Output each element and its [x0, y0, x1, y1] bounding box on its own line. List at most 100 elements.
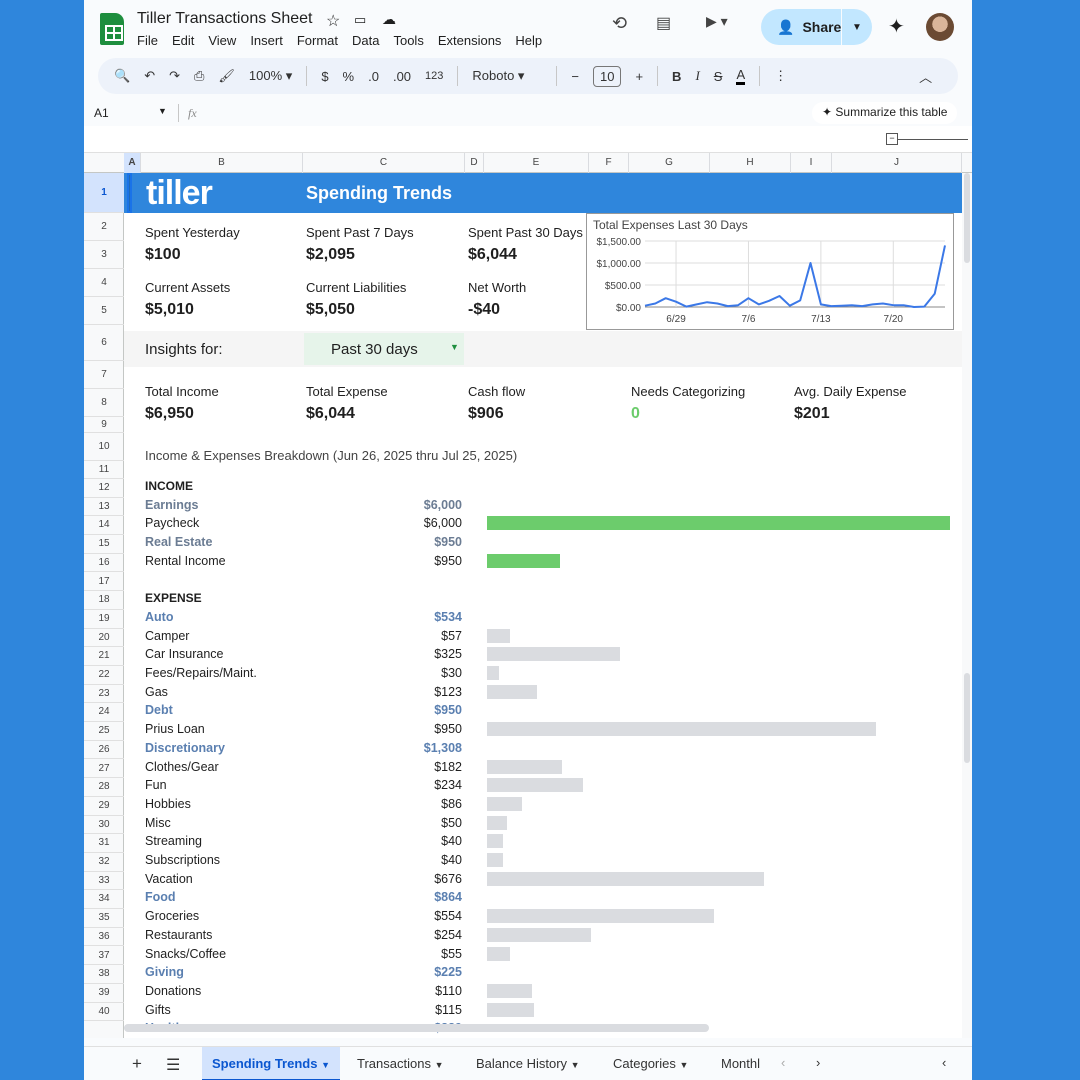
- row-header[interactable]: 12: [84, 479, 124, 498]
- decrease-decimal-button[interactable]: .0: [368, 69, 379, 84]
- row-header[interactable]: 31: [84, 834, 124, 853]
- italic-icon[interactable]: I: [695, 68, 699, 84]
- row-header[interactable]: 21: [84, 647, 124, 666]
- row-header[interactable]: 23: [84, 685, 124, 704]
- strikethrough-icon[interactable]: S: [714, 69, 723, 84]
- row-header[interactable]: 9: [84, 417, 124, 433]
- row-header[interactable]: 35: [84, 909, 124, 928]
- collapse-group-icon[interactable]: −: [886, 133, 898, 145]
- row-header[interactable]: 1: [84, 173, 124, 213]
- row-header[interactable]: 11: [84, 461, 124, 479]
- row-header[interactable]: 25: [84, 722, 124, 741]
- row-header[interactable]: 4: [84, 269, 124, 297]
- insights-period-dropdown[interactable]: Past 30 days ▼: [304, 333, 464, 365]
- bold-icon[interactable]: B: [672, 69, 681, 84]
- share-dropdown-icon[interactable]: ▼: [842, 22, 872, 33]
- vertical-scrollbar[interactable]: [962, 173, 972, 1038]
- tab-monthly[interactable]: Monthl: [711, 1047, 770, 1080]
- row-header[interactable]: 37: [84, 947, 124, 966]
- row-header[interactable]: 38: [84, 965, 124, 984]
- selected-cell-a1[interactable]: [127, 173, 132, 213]
- menu-edit[interactable]: Edit: [172, 33, 194, 48]
- collapse-toolbar-icon[interactable]: ︿: [919, 67, 932, 86]
- paint-format-icon[interactable]: 🖌: [218, 68, 235, 84]
- row-header[interactable]: 16: [84, 554, 124, 573]
- scroll-thumb-top[interactable]: [964, 173, 970, 263]
- row-header[interactable]: 5: [84, 297, 124, 325]
- history-icon[interactable]: ⟲: [612, 13, 627, 34]
- star-icon[interactable]: ☆: [326, 11, 340, 31]
- tab-transactions[interactable]: Transactions ▼: [347, 1047, 453, 1080]
- number-format-button[interactable]: 123: [425, 70, 443, 82]
- row-header[interactable]: 40: [84, 1003, 124, 1022]
- column-header[interactable]: D: [465, 153, 484, 173]
- redo-icon[interactable]: ↷: [169, 68, 180, 84]
- meet-icon[interactable]: ▶ ▾: [706, 13, 728, 30]
- gemini-icon[interactable]: ✦: [888, 14, 905, 39]
- font-size-input[interactable]: 10: [592, 65, 622, 87]
- sheets-logo-icon[interactable]: [100, 13, 124, 45]
- column-header[interactable]: F: [589, 153, 629, 173]
- more-options-icon[interactable]: ⋮: [774, 68, 787, 84]
- font-select[interactable]: Roboto ▾: [472, 68, 542, 84]
- expense-chart[interactable]: Total Expenses Last 30 Days $1,500.00 $1,…: [586, 213, 954, 330]
- currency-format-button[interactable]: $: [321, 69, 328, 84]
- menu-data[interactable]: Data: [352, 33, 379, 48]
- menu-extensions[interactable]: Extensions: [438, 33, 502, 48]
- row-header[interactable]: 6: [84, 325, 124, 361]
- summarize-table-button[interactable]: ✦ Summarize this table: [812, 102, 958, 124]
- add-sheet-icon[interactable]: +: [132, 1054, 142, 1074]
- column-header[interactable]: J: [832, 153, 962, 173]
- column-header[interactable]: E: [484, 153, 589, 173]
- move-folder-icon[interactable]: ▭: [354, 12, 366, 28]
- row-header[interactable]: 28: [84, 778, 124, 797]
- all-sheets-icon[interactable]: ☰: [166, 1055, 180, 1075]
- row-header[interactable]: 27: [84, 760, 124, 779]
- explore-collapse-icon[interactable]: ‹: [942, 1055, 946, 1070]
- avatar[interactable]: [926, 13, 954, 41]
- name-box-dropdown-icon[interactable]: ▼: [158, 106, 167, 116]
- row-header[interactable]: 36: [84, 928, 124, 947]
- row-header[interactable]: 14: [84, 516, 124, 536]
- spreadsheet-grid[interactable]: − ABCDEFGHIJ 1 2 3 4 5 6 7 8 9 10 11 12 13 14 15 16 17 18…: [84, 126, 972, 1038]
- share-button[interactable]: 👤 Share ▼: [761, 9, 872, 45]
- row-header[interactable]: 32: [84, 853, 124, 872]
- zoom-select[interactable]: 100% ▾: [249, 68, 292, 84]
- row-header[interactable]: 10: [84, 433, 124, 461]
- row-header[interactable]: 26: [84, 741, 124, 760]
- column-header[interactable]: I: [791, 153, 832, 173]
- tab-spending-trends[interactable]: Spending Trends ▼: [202, 1047, 341, 1080]
- menu-insert[interactable]: Insert: [250, 33, 283, 48]
- row-header[interactable]: 20: [84, 629, 124, 648]
- comments-icon[interactable]: ▤: [656, 13, 671, 33]
- font-size-increase-button[interactable]: +: [635, 69, 643, 84]
- column-header[interactable]: H: [710, 153, 791, 173]
- column-header[interactable]: G: [629, 153, 710, 173]
- name-box[interactable]: A1: [94, 106, 109, 120]
- text-color-icon[interactable]: A: [736, 67, 746, 85]
- row-header[interactable]: 3: [84, 241, 124, 269]
- cloud-status-icon[interactable]: ☁: [382, 11, 396, 28]
- row-header[interactable]: 8: [84, 389, 124, 417]
- row-header[interactable]: 13: [84, 498, 124, 517]
- horizontal-scrollbar[interactable]: [124, 1024, 709, 1032]
- row-header[interactable]: 24: [84, 703, 124, 723]
- percent-format-button[interactable]: %: [343, 69, 355, 84]
- row-header[interactable]: 7: [84, 361, 124, 389]
- scroll-thumb[interactable]: [964, 673, 970, 763]
- row-header[interactable]: 34: [84, 890, 124, 910]
- document-title[interactable]: Tiller Transactions Sheet: [137, 10, 312, 28]
- column-header[interactable]: C: [303, 153, 465, 173]
- row-header[interactable]: 39: [84, 984, 124, 1003]
- row-header[interactable]: 18: [84, 591, 124, 610]
- tab-categories[interactable]: Categories ▼: [603, 1047, 698, 1080]
- column-header[interactable]: B: [141, 153, 303, 173]
- column-header[interactable]: A: [124, 153, 141, 173]
- scroll-tabs-right-icon[interactable]: ›: [816, 1055, 820, 1070]
- undo-icon[interactable]: ↶: [144, 68, 155, 84]
- menu-help[interactable]: Help: [515, 33, 542, 48]
- menu-file[interactable]: File: [137, 33, 158, 48]
- search-menus-icon[interactable]: 🔍: [114, 68, 130, 84]
- row-header[interactable]: 15: [84, 535, 124, 554]
- print-icon[interactable]: ⎙: [194, 68, 204, 84]
